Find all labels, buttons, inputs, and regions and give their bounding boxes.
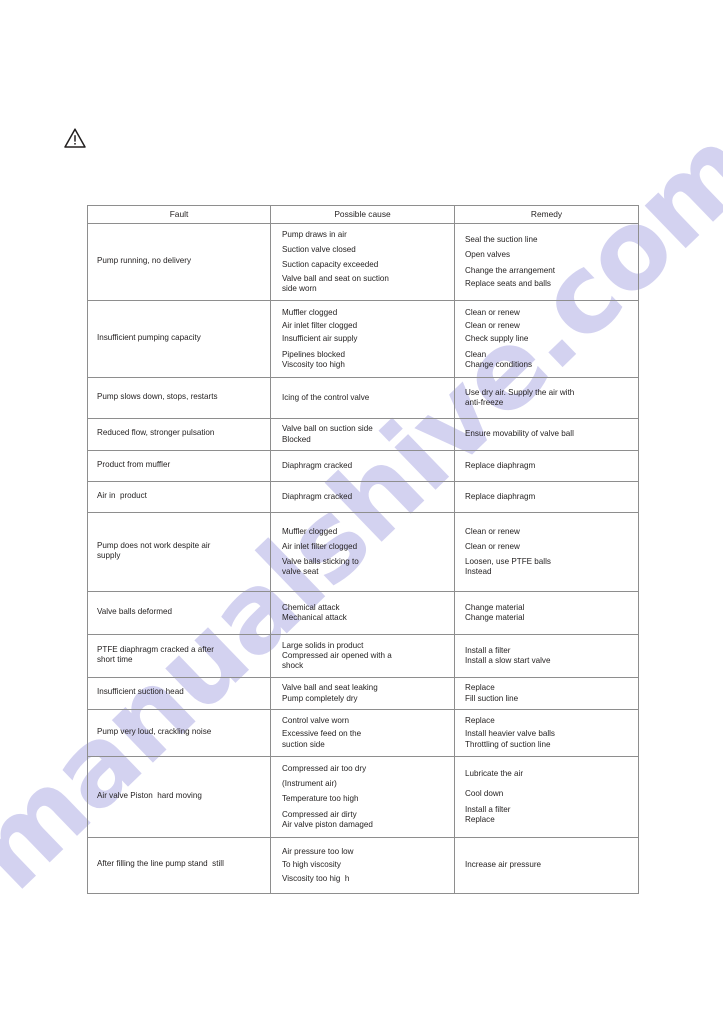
table-row: Product from muffler Diaphragm cracked R… [87,450,639,482]
table-row: Insufficient pumping capacity Muffler cl… [87,300,639,378]
table-row: Pump does not work despite air supply Mu… [87,512,639,592]
cell-fault: Reduced flow, stronger pulsation [87,418,271,451]
table-row: PTFE diaphragm cracked a after short tim… [87,634,639,678]
cell-remedy: Replace diaphragm [454,450,639,482]
cell-possible-cause: Air pressure too low To high viscosity V… [270,837,455,894]
table-row: Valve balls deformed Chemical attack Mec… [87,591,639,635]
cell-fault: Insufficient pumping capacity [87,300,271,378]
cell-remedy: Replace Fill suction line [454,677,639,710]
document-page: manualshive.com Fault Possible cause Rem… [0,0,723,1020]
cell-possible-cause: Muffler clogged Air inlet filter clogged… [270,512,455,592]
cell-possible-cause: Control valve worn Excessive feed on the… [270,709,455,757]
troubleshooting-table-wrapper: Fault Possible cause Remedy Pump running… [87,205,639,894]
cell-fault: PTFE diaphragm cracked a after short tim… [87,634,271,678]
cell-possible-cause: Valve ball on suction side Blocked [270,418,455,451]
cell-possible-cause: Icing of the control valve [270,377,455,419]
cell-remedy: Ensure movability of valve ball [454,418,639,451]
cell-remedy: Install a filter Install a slow start va… [454,634,639,678]
cell-possible-cause: Large solids in product Compressed air o… [270,634,455,678]
cell-possible-cause: Diaphragm cracked [270,450,455,482]
cell-remedy: Increase air pressure [454,837,639,894]
column-header-fault: Fault [87,205,271,224]
cell-remedy: Change material Change material [454,591,639,635]
cell-remedy: Clean or renew Clean or renew Check supp… [454,300,639,378]
cell-remedy: Lubricate the air Cool down Install a fi… [454,756,639,838]
cell-fault: Pump slows down, stops, restarts [87,377,271,419]
table-row: Air in product Diaphragm cracked Replace… [87,481,639,513]
table-row: Insufficient suction head Valve ball and… [87,677,639,710]
cell-possible-cause: Compressed air too dry (Instrument air) … [270,756,455,838]
cell-fault: Pump running, no delivery [87,223,271,301]
table-row: After filling the line pump stand still … [87,837,639,894]
cell-fault: Valve balls deformed [87,591,271,635]
table-row: Pump slows down, stops, restarts Icing o… [87,377,639,419]
table-row: Air valve Piston hard moving Compressed … [87,756,639,838]
table-row: Pump very loud, crackling noise Control … [87,709,639,757]
table-body: Pump running, no delivery Pump draws in … [87,223,639,894]
table-row: Pump running, no delivery Pump draws in … [87,223,639,301]
cell-fault: Pump very loud, crackling noise [87,709,271,757]
cell-remedy: Use dry air. Supply the air with anti-fr… [454,377,639,419]
cell-remedy: Replace Install heavier valve balls Thro… [454,709,639,757]
cell-possible-cause: Chemical attack Mechanical attack [270,591,455,635]
cell-remedy: Seal the suction line Open valves Change… [454,223,639,301]
cell-fault: Air valve Piston hard moving [87,756,271,838]
cell-remedy: Replace diaphragm [454,481,639,513]
cell-fault: Air in product [87,481,271,513]
cell-possible-cause: Diaphragm cracked [270,481,455,513]
warning-triangle-icon [63,127,87,149]
cell-fault: Pump does not work despite air supply [87,512,271,592]
cell-possible-cause: Pump draws in air Suction valve closed S… [270,223,455,301]
column-header-remedy: Remedy [454,205,639,224]
cell-fault: Insufficient suction head [87,677,271,710]
cell-fault: Product from muffler [87,450,271,482]
cell-possible-cause: Muffler clogged Air inlet filter clogged… [270,300,455,378]
cell-fault: After filling the line pump stand still [87,837,271,894]
cell-remedy: Clean or renew Clean or renew Loosen, us… [454,512,639,592]
table-header-row: Fault Possible cause Remedy [87,205,639,224]
column-header-possible-cause: Possible cause [270,205,455,224]
table-row: Reduced flow, stronger pulsation Valve b… [87,418,639,451]
troubleshooting-table: Fault Possible cause Remedy Pump running… [87,205,639,894]
cell-possible-cause: Valve ball and seat leaking Pump complet… [270,677,455,710]
